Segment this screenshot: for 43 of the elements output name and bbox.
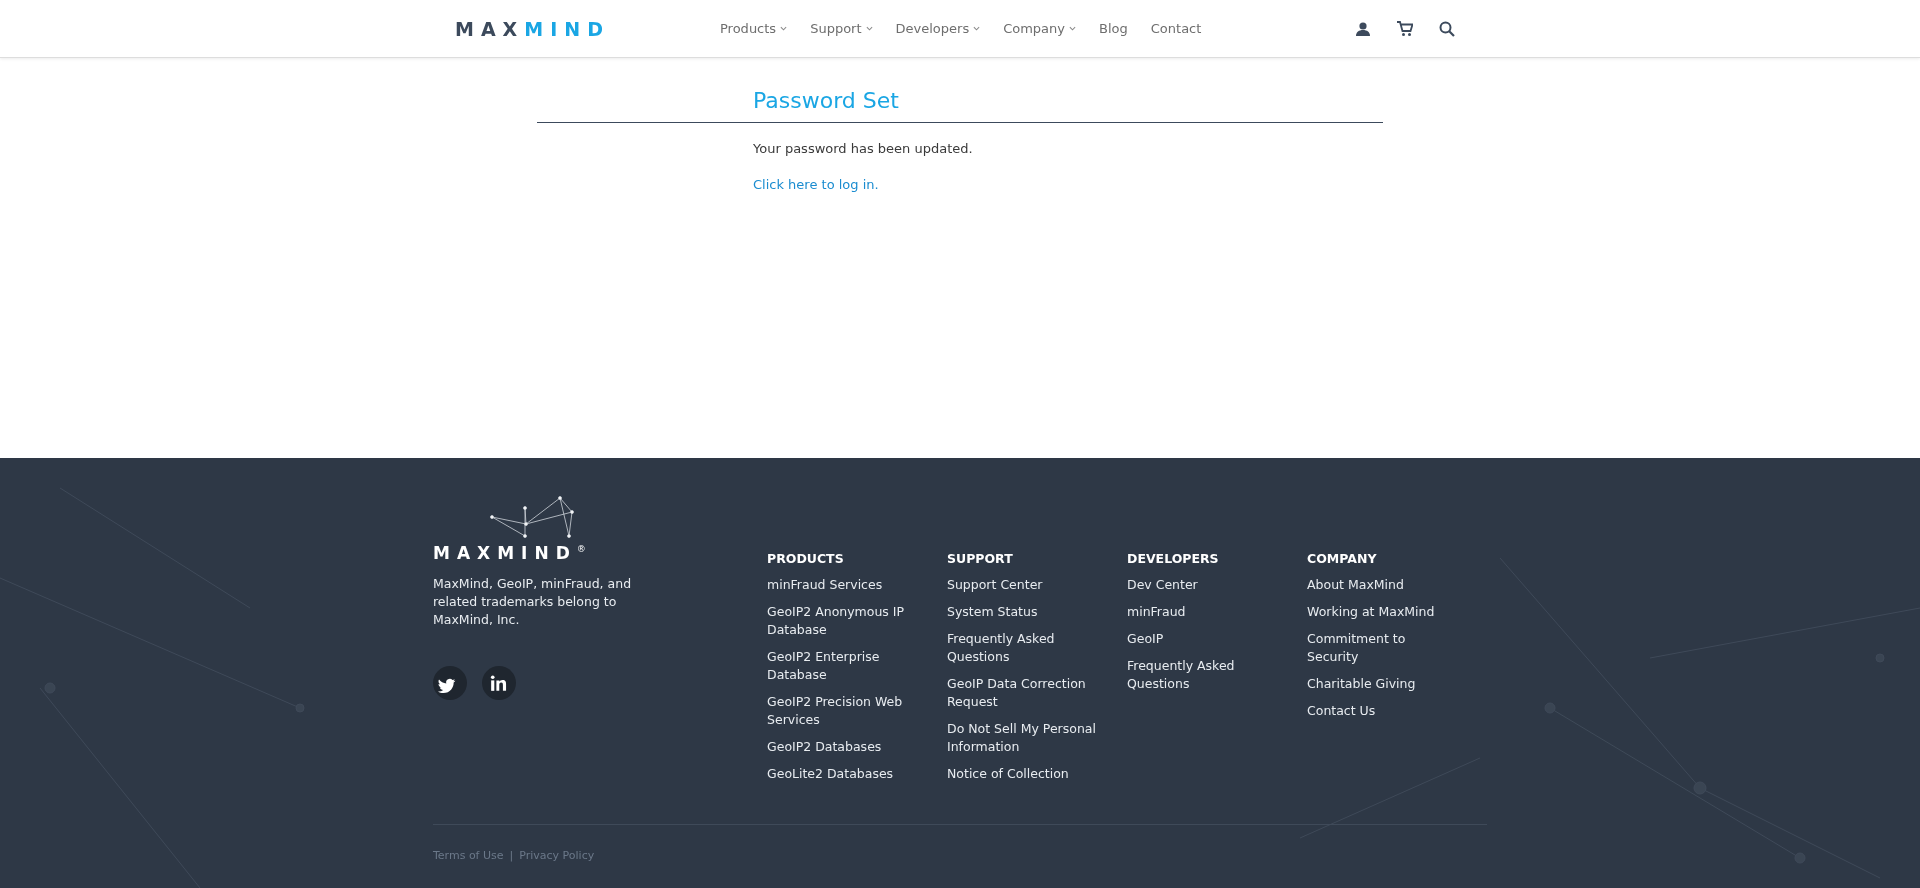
separator: | (509, 849, 514, 862)
account-icon[interactable] (1355, 20, 1371, 37)
footer-heading: COMPANY (1307, 551, 1377, 566)
footer-link[interactable]: Notice of Collection (947, 765, 1097, 783)
footer-link[interactable]: GeoIP Data Correction Request (947, 675, 1097, 711)
nav-link[interactable]: Blog (1099, 21, 1128, 36)
footer-link[interactable]: GeoLite2 Databases (767, 765, 917, 783)
footer-heading: PRODUCTS (767, 551, 844, 566)
footer-link[interactable]: minFraud Services (767, 576, 917, 594)
twitter-icon[interactable] (433, 666, 467, 700)
nav-link[interactable]: Support (810, 21, 873, 36)
footer-link[interactable]: Do Not Sell My Personal Information (947, 720, 1097, 756)
footer-logo: MAXMIND$^{®}$ (433, 543, 587, 563)
linkedin-icon[interactable] (482, 666, 516, 700)
footer-link[interactable]: GeoIP2 Databases (767, 738, 917, 756)
footer-link[interactable]: Frequently Asked Questions (947, 630, 1097, 666)
nav-link[interactable]: Company (1003, 21, 1077, 36)
nav-link[interactable]: Products (720, 21, 788, 36)
trademark-note: MaxMind, GeoIP, minFraud, and related trademarks belong to MaxMind, Inc. (433, 575, 633, 629)
footer-link[interactable]: About MaxMind (1307, 576, 1457, 594)
nav-link[interactable]: Contact (1150, 21, 1202, 36)
search-icon[interactable] (1439, 20, 1455, 37)
footer-link[interactable]: System Status (947, 603, 1097, 621)
footer-link[interactable]: GeoIP2 Precision Web Services (767, 693, 917, 729)
footer-link[interactable]: minFraud (1127, 603, 1277, 621)
footer-link[interactable]: Working at MaxMind (1307, 603, 1457, 621)
login-link[interactable]: Click here to log in. (753, 177, 879, 192)
footer-link[interactable]: Support Center (947, 576, 1097, 594)
nav-link[interactable]: Developers (895, 21, 981, 36)
maxmind-logo[interactable]: MAX MIND (455, 17, 615, 40)
footer-link[interactable]: GeoIP2 Anonymous IP Database (767, 603, 917, 639)
footer-heading: DEVELOPERS (1127, 551, 1219, 566)
footer-link[interactable]: GeoIP2 Enterprise Database (767, 648, 917, 684)
footer-link[interactable]: GeoIP (1127, 630, 1277, 648)
footer-link[interactable]: Frequently Asked Questions (1127, 657, 1277, 693)
footer-link[interactable]: Contact Us (1307, 702, 1457, 720)
footer-link[interactable]: Charitable Giving (1307, 675, 1457, 693)
cart-icon[interactable] (1397, 20, 1413, 37)
status-message: Your password has been updated. (753, 141, 974, 156)
footer-link[interactable]: Commitment to Security (1307, 630, 1457, 666)
footer-heading: SUPPORT (947, 551, 1013, 566)
page-title: Password Set (753, 88, 900, 115)
footer-link[interactable]: Dev Center (1127, 576, 1277, 594)
